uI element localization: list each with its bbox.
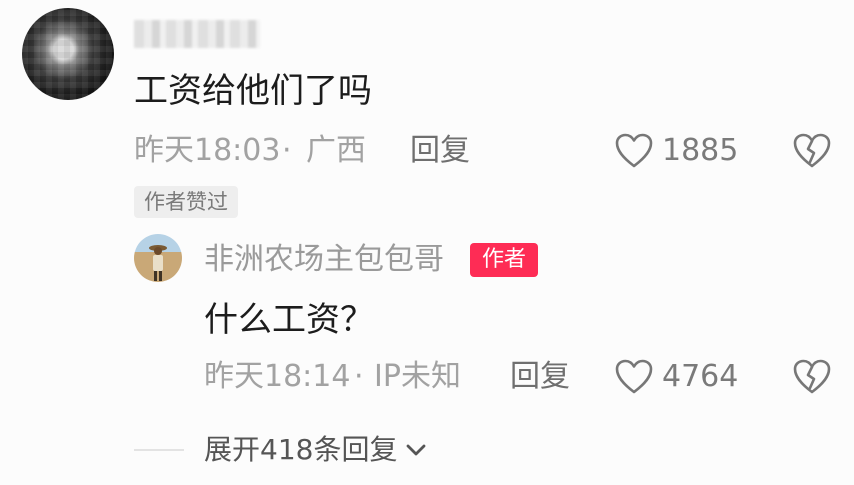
divider-line — [134, 449, 184, 451]
heart-outline-icon — [615, 359, 653, 394]
reply-timestamp: 昨天18:14 — [204, 359, 351, 394]
person-in-field-avatar-image — [149, 245, 167, 281]
author-liked-badge: 作者赞过 — [134, 186, 238, 218]
chevron-down-icon — [407, 444, 426, 456]
reply-text: 什么工资？ — [204, 300, 374, 340]
broken-heart-icon — [793, 133, 831, 168]
reply-dislike-button[interactable] — [792, 358, 832, 396]
author-badge: 作者 — [470, 243, 538, 277]
replier-username[interactable]: 非洲农场主包包哥 — [204, 245, 444, 275]
heart-outline-icon — [615, 133, 653, 168]
comment-dislike-button[interactable] — [792, 132, 832, 170]
reply-location: IP未知 — [374, 359, 461, 394]
broken-heart-icon — [793, 359, 831, 394]
replier-avatar[interactable] — [134, 234, 182, 282]
comment-timestamp: 昨天18:03 — [134, 133, 281, 168]
comment-location: 广西 — [306, 133, 366, 168]
reply-like-button[interactable] — [614, 358, 654, 396]
comment-meta-separator: · — [282, 133, 292, 168]
reply-like-count: 4764 — [662, 359, 739, 394]
expand-replies-label: 展开418条回复 — [204, 433, 398, 466]
comment-like-count: 1885 — [662, 133, 739, 168]
reply-reply-button[interactable]: 回复 — [510, 362, 570, 392]
reply-meta-separator: · — [354, 359, 364, 394]
comment-text: 工资给他们了吗 — [134, 71, 372, 111]
commenter-username-blurred[interactable] — [134, 20, 260, 48]
expand-replies-button[interactable]: 展开418条回复 — [204, 436, 429, 464]
comment-reply-button[interactable]: 回复 — [410, 136, 470, 166]
commenter-avatar[interactable] — [22, 8, 114, 100]
comment-like-button[interactable] — [614, 132, 654, 170]
